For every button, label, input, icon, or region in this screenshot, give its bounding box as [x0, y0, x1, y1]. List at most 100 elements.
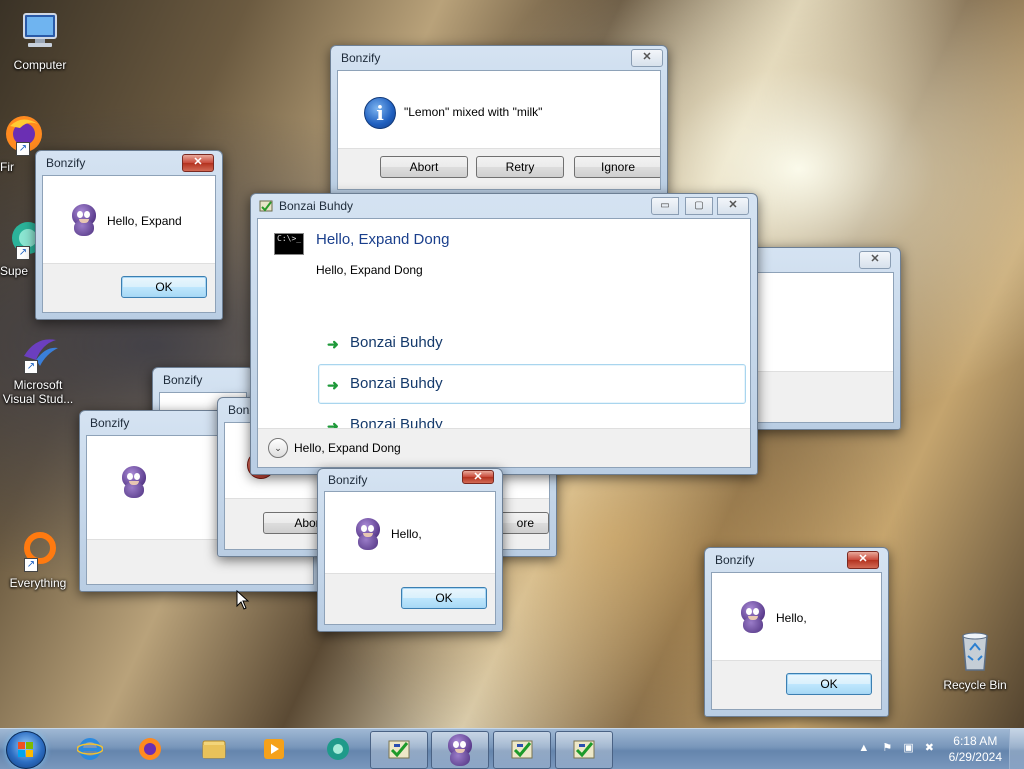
dialog-message: Hello, [391, 527, 422, 541]
task-dialog-window[interactable]: Bonzai Buhdy ▭ ▢ ✕ C:\>_ Hello, Expand D… [250, 193, 758, 475]
window-title: Bonzify [341, 51, 381, 65]
title-bar[interactable]: Bonzify ✕ [36, 151, 222, 175]
hello-expand-window[interactable]: Bonzify ✕ Hello, Expand OK [35, 150, 223, 320]
retry-button[interactable]: Retry [476, 156, 564, 178]
bonzi-icon [445, 734, 475, 766]
taskbar-pinned-media-player[interactable] [246, 731, 302, 767]
maximize-icon[interactable]: ▢ [685, 197, 713, 215]
clock[interactable]: 6:18 AM 6/29/2024 [949, 733, 1002, 765]
window-title: Bonzai Buhdy [279, 199, 354, 213]
close-icon[interactable]: ✕ [462, 470, 494, 484]
system-tray: ▲ ⚑ ▣ ✖ [858, 741, 934, 754]
taskbar-window-button[interactable] [431, 731, 489, 769]
start-button[interactable] [6, 731, 46, 769]
chevron-down-icon[interactable]: ⌄ [268, 438, 288, 458]
clock-date: 6/29/2024 [948, 750, 1002, 764]
hello-window[interactable]: Bonzify ✕ Hello, OK [317, 468, 503, 632]
bonzi-icon [738, 601, 768, 633]
close-icon[interactable]: ✕ [847, 551, 879, 569]
command-link[interactable]: ➜ Bonzai Buhdy [318, 364, 746, 404]
green-arrow-icon: ➜ [327, 336, 339, 352]
computer-icon [18, 10, 62, 54]
bonzi-icon [119, 466, 149, 498]
ok-button[interactable]: OK [121, 276, 207, 298]
taskbar-pinned-app[interactable] [310, 731, 366, 767]
title-bar[interactable]: Bonzify ✕ [331, 46, 667, 70]
expander-label[interactable]: Hello, Expand Dong [294, 441, 401, 455]
action-center-flag-icon[interactable]: ⚑ [882, 742, 892, 754]
taskbar-pinned-ie[interactable] [62, 731, 118, 767]
recycle-bin-icon [953, 630, 997, 674]
title-bar[interactable]: Bonzify [153, 368, 253, 392]
desktop-icon-label: Recycle Bin [943, 678, 1007, 692]
command-link[interactable]: ➜ Bonzai Buhdy [318, 323, 746, 363]
desktop-icon-everything[interactable]: ↗ Everything [0, 528, 76, 590]
show-desktop-button[interactable] [1009, 729, 1024, 769]
firefox-icon [139, 738, 161, 760]
ignore-button[interactable]: Ignore [574, 156, 660, 178]
taskbar-pinned-explorer[interactable] [186, 731, 242, 767]
windows-logo-icon [18, 742, 34, 758]
window-title: Bonzify [163, 373, 203, 387]
firefox-icon: ↗ [0, 112, 44, 156]
ok-button[interactable]: OK [401, 587, 487, 609]
shortcut-arrow-icon: ↗ [24, 558, 38, 572]
command-link-label: Bonzai Buhdy [350, 334, 443, 351]
window-title: Bonzify [715, 553, 755, 567]
close-icon[interactable]: ✕ [631, 49, 663, 67]
close-icon[interactable]: ✕ [182, 154, 214, 172]
title-bar[interactable]: Bonzai Buhdy ▭ ▢ ✕ [251, 194, 757, 218]
close-icon[interactable]: ✕ [859, 251, 891, 269]
window-title: Bonzify [90, 416, 130, 430]
checklist-app-icon [388, 740, 410, 759]
main-instruction: Hello, Expand Dong [316, 231, 450, 248]
desktop-icon-recycle-bin[interactable]: Recycle Bin [937, 630, 1013, 692]
background-dialog-window[interactable]: ✕ [750, 247, 901, 430]
everything-search-icon: ↗ [16, 528, 60, 572]
command-link-label: Bonzai Buhdy [350, 375, 443, 392]
desktop-icon-computer[interactable]: Computer [2, 10, 78, 72]
abort-button[interactable]: Abort [380, 156, 468, 178]
content-text: Hello, Expand Dong [316, 263, 423, 277]
desktop-icon-label: Everything [9, 576, 67, 590]
command-prompt-icon: C:\>_ [274, 233, 304, 255]
desktop-icon-visual-studio[interactable]: ↗ Microsoft Visual Stud... [0, 330, 76, 406]
ok-button[interactable]: OK [786, 673, 872, 695]
volume-muted-icon[interactable]: ✖ [925, 742, 934, 754]
checklist-app-icon [573, 740, 595, 759]
window-title: Bonzify [46, 156, 86, 170]
expander-footer: ⌄ Hello, Expand Dong [258, 428, 750, 467]
hello-window[interactable]: Bonzify ✕ Hello, OK [704, 547, 889, 717]
window-title: Bonzify [328, 473, 368, 487]
green-arrow-icon: ➜ [327, 377, 339, 393]
close-icon[interactable]: ✕ [717, 197, 749, 215]
minimize-icon[interactable]: ▭ [651, 197, 679, 215]
title-bar[interactable]: Bonzify ✕ [318, 469, 502, 487]
media-player-icon [264, 739, 284, 759]
desktop-icon-label: Computer [13, 58, 67, 72]
taskbar-window-button[interactable] [370, 731, 428, 769]
dialog-message: Hello, Expand [107, 214, 182, 228]
shortcut-arrow-icon: ↗ [24, 360, 38, 374]
mouse-cursor-icon [236, 590, 250, 610]
taskbar-window-button[interactable] [555, 731, 613, 769]
internet-explorer-icon [77, 738, 103, 760]
desktop-icon-label: Microsoft Visual Stud... [2, 378, 74, 406]
app-icon [327, 738, 349, 760]
bonzi-icon [69, 204, 99, 236]
taskbar-window-button[interactable] [493, 731, 551, 769]
title-bar[interactable]: ✕ [751, 248, 900, 272]
shortcut-arrow-icon: ↗ [16, 246, 30, 260]
taskbar: ▲ ⚑ ▣ ✖ 6:18 AM 6/29/2024 [0, 728, 1024, 769]
info-dialog-window[interactable]: Bonzify ✕ i "Lemon" mixed with "milk" Ab… [330, 45, 668, 197]
dialog-message: Hello, [776, 611, 807, 625]
checklist-app-icon [511, 740, 533, 759]
show-hidden-icons-icon[interactable]: ▲ [858, 742, 869, 754]
bonzi-icon [353, 518, 383, 550]
taskbar-pinned-firefox[interactable] [122, 731, 178, 767]
network-icon[interactable]: ▣ [903, 742, 913, 754]
file-explorer-icon [202, 740, 226, 759]
title-bar[interactable]: Bonzify ✕ [705, 548, 888, 572]
info-icon: i [364, 97, 396, 129]
shortcut-arrow-icon: ↗ [16, 142, 30, 156]
